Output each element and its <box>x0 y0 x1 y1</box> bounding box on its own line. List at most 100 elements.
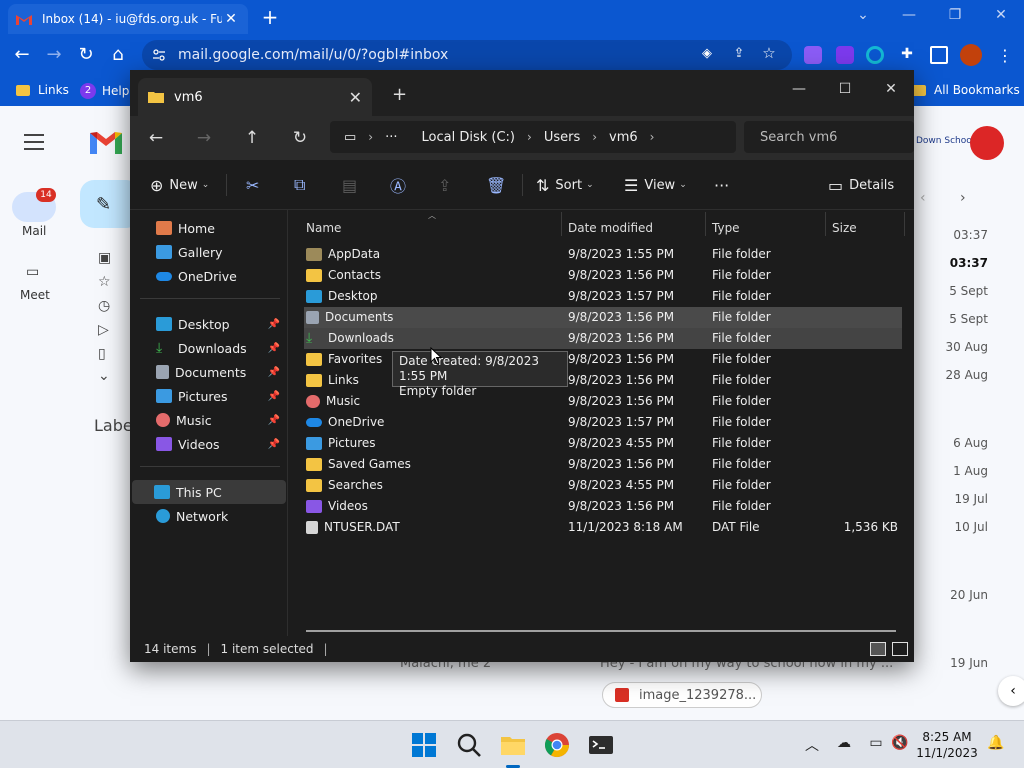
chevron-right-icon[interactable]: › <box>650 130 655 144</box>
breadcrumb-local-disk[interactable]: Local Disk (C:) <box>422 130 515 145</box>
home-icon[interactable]: ⌂ <box>106 43 130 67</box>
system-clock[interactable]: 8:25 AM 11/1/2023 <box>912 729 982 761</box>
new-button[interactable]: ⊕ New ⌄ <box>150 172 209 198</box>
column-header-type[interactable]: Type <box>706 216 822 240</box>
details-button[interactable]: ▭ Details <box>828 172 894 198</box>
sort-button[interactable]: ⇅ Sort ⌄ <box>536 172 594 198</box>
this-pc-icon[interactable]: ▭ <box>344 130 356 145</box>
file-row[interactable]: Contacts 9/8/2023 1:56 PM File folder <box>304 265 902 286</box>
address-bar[interactable]: mail.google.com/mail/u/0/?ogbl#inbox <box>142 40 792 70</box>
explorer-tab-vm6[interactable]: vm6 ✕ <box>138 78 372 116</box>
file-row[interactable]: Music 9/8/2023 1:56 PM File folder <box>304 391 902 412</box>
terminal-taskbar-icon[interactable] <box>587 731 615 759</box>
extension-purple-icon[interactable] <box>804 46 822 64</box>
pin-icon[interactable]: 📌 <box>268 439 280 450</box>
search-icon[interactable] <box>455 731 483 759</box>
extension-circle-icon[interactable] <box>866 46 884 64</box>
nav-item-music[interactable]: Music 📌 <box>134 408 284 432</box>
file-row[interactable]: Documents 9/8/2023 1:56 PM File folder <box>304 307 902 328</box>
column-header-name[interactable]: Name <box>300 216 556 240</box>
mail-nav-label[interactable]: Mail <box>22 224 46 238</box>
pin-icon[interactable]: 📌 <box>268 391 280 402</box>
extensions-puzzle-icon[interactable]: ✚ <box>898 46 916 64</box>
lens-icon[interactable]: ◈ <box>698 46 716 64</box>
chevron-right-icon[interactable]: › <box>592 130 597 144</box>
share-button[interactable]: ⇪ <box>438 172 457 198</box>
snoozed-icon[interactable]: ◷ <box>98 298 114 314</box>
nav-item-gallery[interactable]: Gallery <box>134 240 284 264</box>
back-icon[interactable]: ← <box>144 126 168 150</box>
horizontal-scrollbar[interactable] <box>306 630 896 632</box>
search-input[interactable]: Search vm6 <box>744 121 914 153</box>
rename-button[interactable]: Ⓐ <box>390 172 412 198</box>
file-row[interactable]: Saved Games 9/8/2023 1:56 PM File folder <box>304 454 902 475</box>
restore-icon[interactable]: ❐ <box>932 0 978 30</box>
nav-item-videos[interactable]: Videos 📌 <box>134 432 284 456</box>
maximize-icon[interactable]: ☐ <box>822 74 868 104</box>
nav-item-documents[interactable]: Documents 📌 <box>134 360 284 384</box>
close-window-icon[interactable]: ✕ <box>868 74 914 104</box>
cloud-offline-icon[interactable]: ☁ <box>834 735 854 755</box>
next-page-icon[interactable]: › <box>960 190 966 206</box>
close-tab-icon[interactable]: ✕ <box>222 11 240 27</box>
bookmark-star-icon[interactable]: ☆ <box>760 44 778 62</box>
new-tab-icon[interactable]: + <box>392 84 407 105</box>
pin-icon[interactable]: 📌 <box>268 319 280 330</box>
nav-item-downloads[interactable]: ⤓ Downloads 📌 <box>134 336 284 360</box>
site-info-icon[interactable] <box>152 48 166 62</box>
minimize-icon[interactable]: — <box>776 74 822 104</box>
minimize-icon[interactable]: — <box>886 0 932 30</box>
cut-button[interactable]: ✂ <box>246 172 265 198</box>
file-row[interactable]: AppData 9/8/2023 1:55 PM File folder <box>304 244 902 265</box>
file-row[interactable]: Desktop 9/8/2023 1:57 PM File folder <box>304 286 902 307</box>
show-hidden-icons-chevron-icon[interactable]: ︿ <box>802 735 822 755</box>
inbox-icon[interactable]: ▣ <box>98 250 114 266</box>
pin-icon[interactable]: 📌 <box>268 415 280 426</box>
breadcrumb-users[interactable]: Users <box>544 130 580 145</box>
all-bookmarks[interactable]: All Bookmarks <box>912 83 1020 97</box>
side-panel-icon[interactable] <box>930 46 948 64</box>
chrome-tab-gmail[interactable]: Inbox (14) - iu@fds.org.uk - Furz ✕ <box>8 4 248 34</box>
meet-nav-label[interactable]: Meet <box>20 288 50 302</box>
breadcrumb[interactable]: ▭ › ··· Local Disk (C:) › Users › vm6 › <box>330 121 736 153</box>
bookmark-links[interactable]: Links <box>16 83 69 97</box>
see-more-button[interactable]: ··· <box>714 172 729 198</box>
forward-icon[interactable]: → <box>42 43 66 67</box>
main-menu-icon[interactable] <box>24 134 44 155</box>
bookmark-help[interactable]: 2 Help <box>80 83 129 99</box>
more-icon[interactable]: ⌄ <box>98 368 114 384</box>
pin-icon[interactable]: 📌 <box>268 343 280 354</box>
delete-button[interactable]: 🗑 <box>486 172 512 198</box>
tab-search-icon[interactable]: ⌄ <box>840 0 886 30</box>
large-icons-view-icon[interactable] <box>892 642 908 656</box>
details-view-icon[interactable] <box>870 642 886 656</box>
nav-item-this-pc[interactable]: This PC <box>132 480 286 504</box>
chevron-right-icon[interactable]: › <box>368 130 373 144</box>
close-tab-icon[interactable]: ✕ <box>349 88 362 107</box>
prev-page-icon[interactable]: ‹ <box>920 190 926 206</box>
nav-item-onedrive[interactable]: OneDrive <box>134 264 284 288</box>
nav-item-pictures[interactable]: Pictures 📌 <box>134 384 284 408</box>
close-window-icon[interactable]: ✕ <box>978 0 1024 30</box>
chevron-right-icon[interactable]: › <box>527 130 532 144</box>
extension-tw-icon[interactable] <box>836 46 854 64</box>
file-row[interactable]: NTUSER.DAT 11/1/2023 8:18 AM DAT File 1,… <box>304 517 902 538</box>
paste-button[interactable]: ▤ <box>342 172 363 198</box>
profile-avatar[interactable] <box>960 44 982 66</box>
up-icon[interactable]: ↑ <box>240 126 264 150</box>
file-row[interactable]: Pictures 9/8/2023 4:55 PM File folder <box>304 433 902 454</box>
meet-icon[interactable]: ▭ <box>26 264 39 280</box>
attachment-chip[interactable]: image_1239278... <box>602 682 762 708</box>
breadcrumb-more[interactable]: ··· <box>385 130 397 145</box>
windows-start-icon[interactable] <box>410 731 438 759</box>
pin-icon[interactable]: 📌 <box>268 367 280 378</box>
back-icon[interactable]: ← <box>10 43 34 67</box>
view-button[interactable]: ☰ View ⌄ <box>624 172 687 198</box>
network-status-icon[interactable]: ▭ <box>866 735 886 755</box>
file-row[interactable]: OneDrive 9/8/2023 1:57 PM File folder <box>304 412 902 433</box>
chrome-menu-icon[interactable]: ⋮ <box>996 46 1014 65</box>
side-panel-toggle-icon[interactable]: ‹ <box>998 676 1024 706</box>
file-row[interactable]: Searches 9/8/2023 4:55 PM File folder <box>304 475 902 496</box>
nav-item-network[interactable]: Network <box>134 504 284 528</box>
starred-icon[interactable]: ☆ <box>98 274 114 290</box>
